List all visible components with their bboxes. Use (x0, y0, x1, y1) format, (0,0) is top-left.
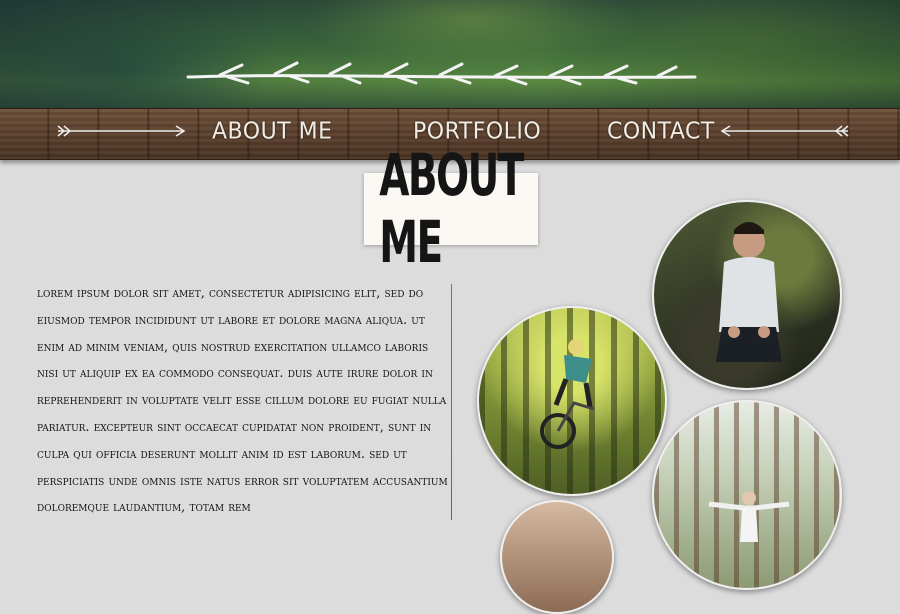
photo-portrait-sitting (652, 200, 842, 390)
photo-forest-arms-open (652, 400, 842, 590)
arrow-right-icon (57, 125, 186, 137)
branch-ornament-icon (186, 61, 697, 86)
nav-contact-link[interactable]: CONTACT (607, 118, 715, 144)
page-title: ABOUT ME (379, 142, 524, 276)
hero-overlay (0, 0, 900, 108)
photo-mountain-bike-jump (477, 306, 667, 496)
nav-portfolio-link[interactable]: PORTFOLIO (413, 118, 541, 144)
arrow-left-icon (720, 125, 849, 137)
page-title-card: ABOUT ME (364, 142, 538, 276)
about-paragraph: Lorem ipsum dolor sit amet, consectetur … (37, 286, 448, 516)
header-hero-image (0, 0, 900, 108)
column-divider (451, 284, 452, 520)
nav-about-link[interactable]: ABOUT ME (212, 118, 333, 144)
photo-partial-bottom (500, 500, 614, 614)
